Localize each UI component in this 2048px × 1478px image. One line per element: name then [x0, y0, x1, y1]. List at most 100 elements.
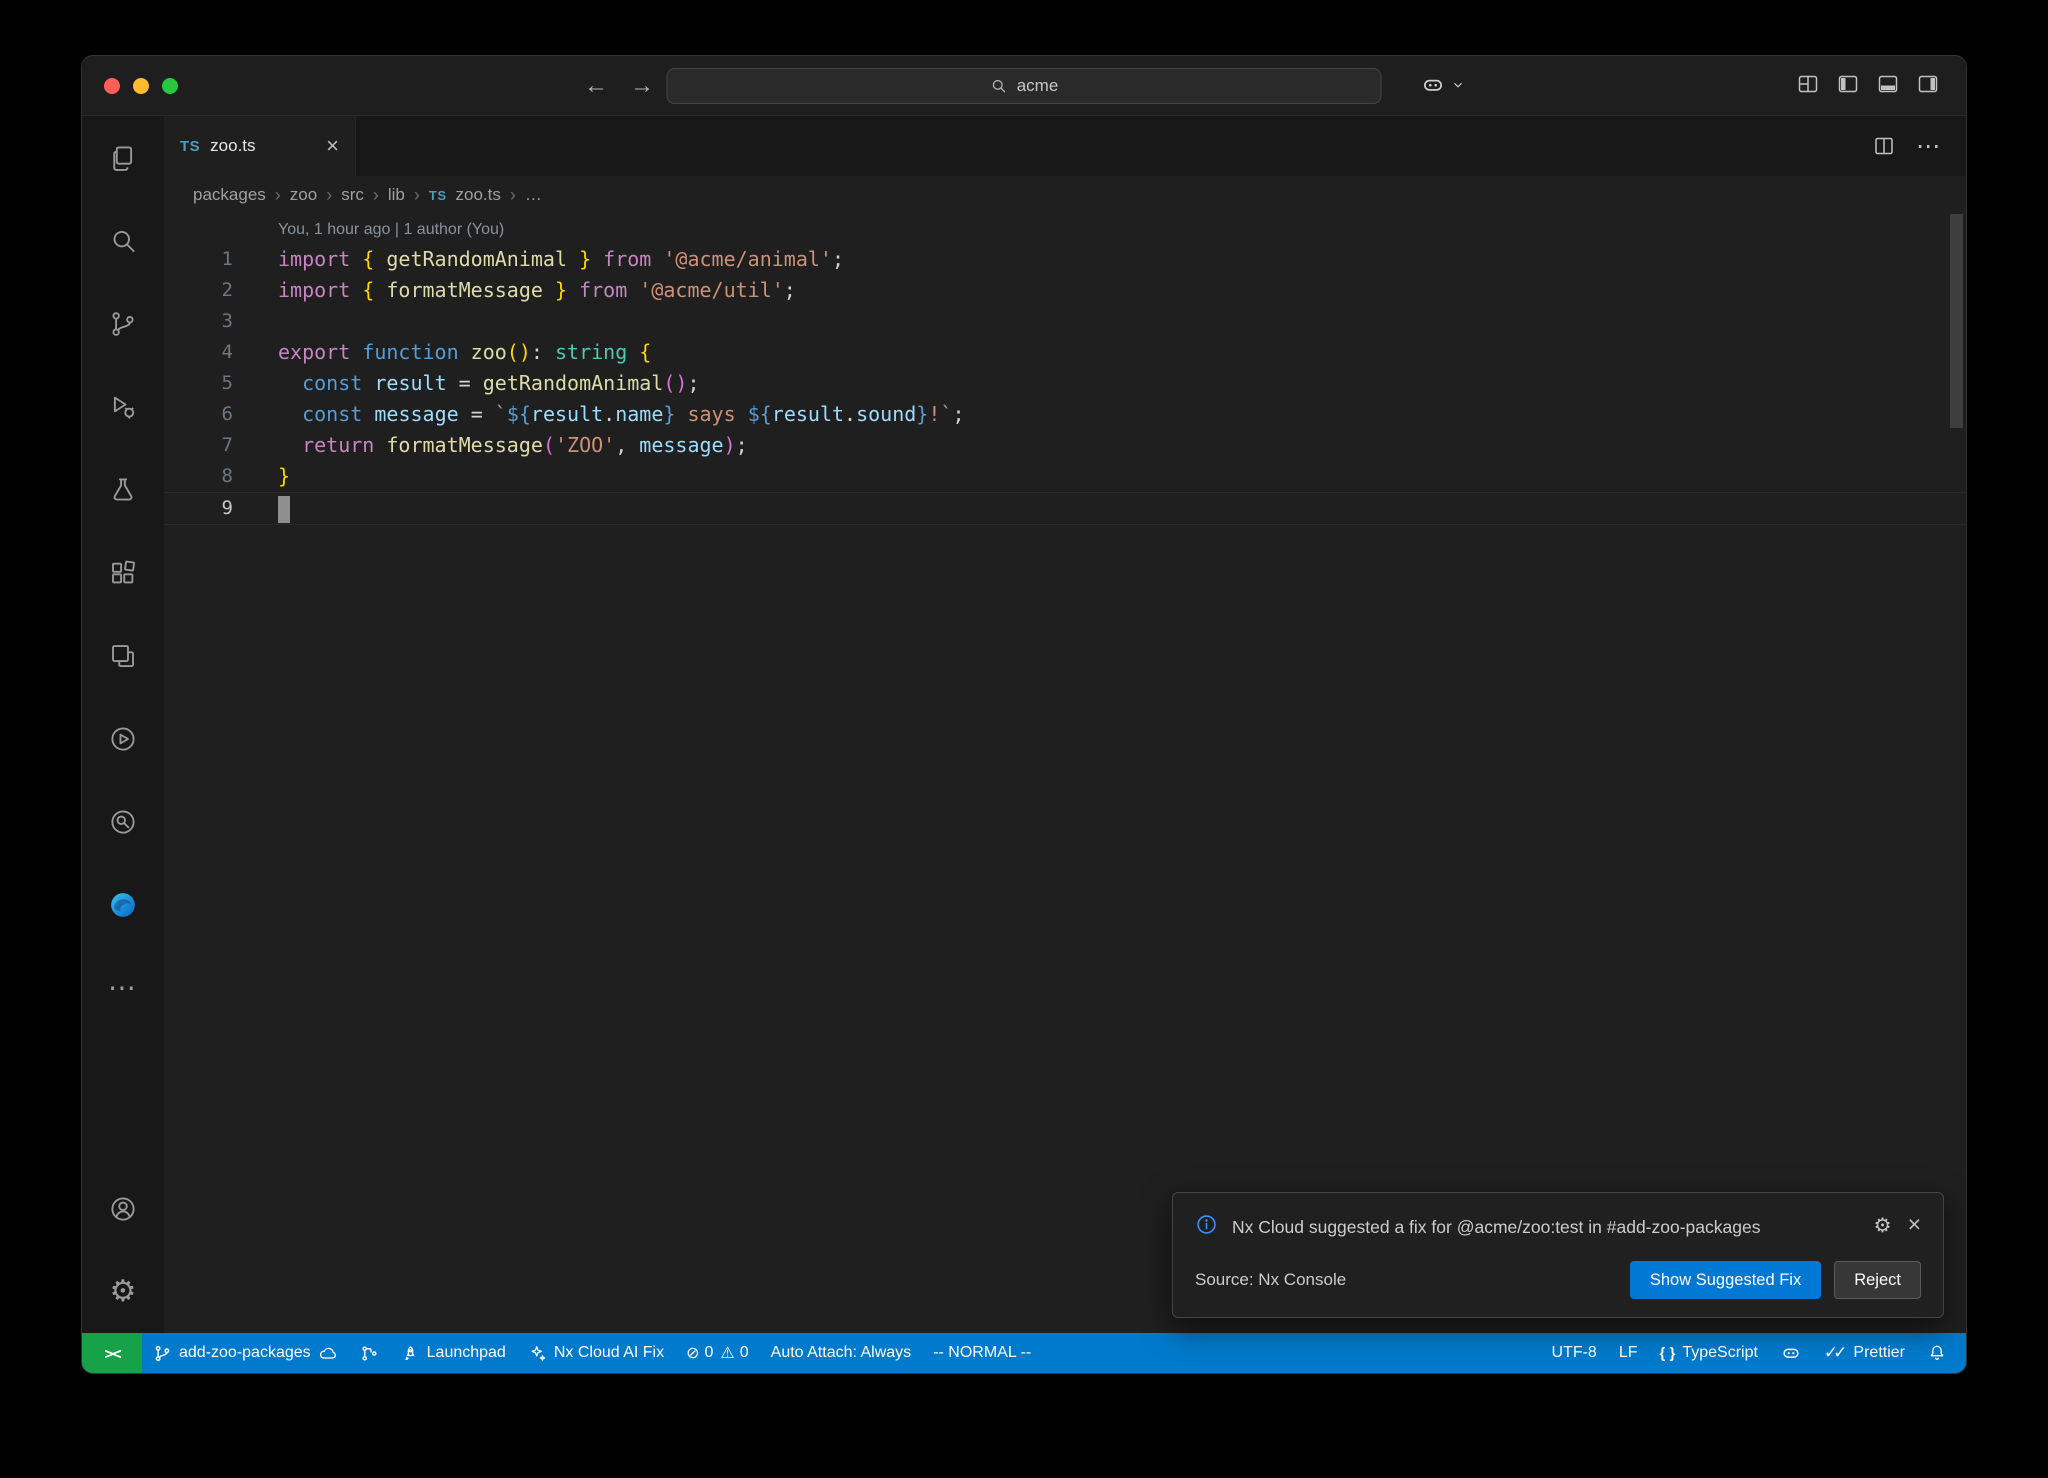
breadcrumb-item[interactable]: zoo.ts	[456, 185, 501, 205]
sidebar-item-run-debug[interactable]	[82, 365, 164, 448]
sidebar-item-explorer[interactable]	[82, 116, 164, 199]
chevron-right-icon: ›	[373, 185, 379, 206]
editor-actions: ⋯	[1872, 116, 1966, 176]
notification-close-icon[interactable]: ×	[1908, 1214, 1921, 1235]
code-token: }	[916, 402, 928, 426]
breadcrumb: packages › zoo › src › lib › TS zoo.ts ›…	[164, 176, 1966, 214]
chevron-right-icon: ›	[326, 185, 332, 206]
close-window-button[interactable]	[104, 78, 120, 94]
git-branch-item[interactable]: add-zoo-packages	[142, 1333, 349, 1373]
back-icon: ←	[584, 72, 608, 100]
code-token	[374, 433, 386, 457]
notification-settings-icon[interactable]: ⚙	[1874, 1213, 1892, 1237]
close-tab-icon[interactable]: ×	[326, 135, 339, 157]
remote-icon: ><	[104, 1344, 119, 1363]
code-token: =	[447, 371, 483, 395]
code-line[interactable]: 1import { getRandomAnimal } from '@acme/…	[164, 244, 1966, 275]
sidebar-item-extensions[interactable]	[82, 531, 164, 614]
git-graph-item[interactable]	[349, 1333, 390, 1373]
sidebar-item-additional-views[interactable]: ⋯	[82, 946, 164, 1029]
code-token: }	[579, 247, 591, 271]
code-token	[459, 340, 471, 364]
command-center-search[interactable]: acme	[667, 68, 1382, 104]
code-line[interactable]: 8}	[164, 461, 1966, 492]
more-actions-icon[interactable]: ⋯	[1916, 132, 1940, 161]
vim-mode-item[interactable]: -- NORMAL --	[922, 1333, 1042, 1373]
encoding-item[interactable]: UTF-8	[1540, 1333, 1607, 1373]
breadcrumb-item[interactable]: lib	[388, 185, 405, 205]
editor-scrollbar[interactable]	[1950, 214, 1963, 428]
nx-cloud-ai-fix-item[interactable]: Nx Cloud AI Fix	[517, 1333, 675, 1373]
language-mode-item[interactable]: { } TypeScript	[1648, 1333, 1768, 1373]
go-back-button[interactable]: ←	[578, 70, 614, 102]
title-bar: ← → acme	[82, 56, 1966, 116]
show-suggested-fix-button[interactable]: Show Suggested Fix	[1630, 1261, 1821, 1299]
language-label: TypeScript	[1682, 1344, 1758, 1362]
line-number: 9	[164, 493, 233, 524]
copilot-menu[interactable]	[1420, 72, 1465, 98]
toggle-primary-sidebar-icon[interactable]	[1836, 72, 1860, 96]
minimize-window-button[interactable]	[133, 78, 149, 94]
auto-attach-item[interactable]: Auto Attach: Always	[760, 1333, 923, 1373]
code-line[interactable]: 7 return formatMessage('ZOO', message);	[164, 430, 1966, 461]
line-number: 1	[164, 244, 233, 275]
code-token: formatMessage	[386, 278, 543, 302]
code-token: ()	[507, 340, 531, 364]
customize-layout-icon[interactable]	[1796, 72, 1820, 96]
code-token: ;	[952, 402, 964, 426]
code-token	[567, 278, 579, 302]
reject-button[interactable]: Reject	[1834, 1261, 1921, 1299]
code-line[interactable]: 3	[164, 306, 1966, 337]
problems-item[interactable]: ⊘ 0 ⚠ 0	[675, 1333, 760, 1373]
sidebar-item-source-control[interactable]	[82, 282, 164, 365]
copilot-status-item[interactable]	[1769, 1333, 1813, 1373]
double-check-icon: ✓✓	[1824, 1343, 1843, 1363]
launchpad-item[interactable]: Launchpad	[390, 1333, 517, 1373]
notifications-item[interactable]	[1916, 1333, 1958, 1373]
sidebar-item-testing[interactable]	[82, 448, 164, 531]
vim-block-cursor	[278, 496, 290, 523]
code-token: }	[278, 464, 290, 488]
breadcrumb-item[interactable]: …	[525, 185, 542, 205]
sidebar-item-run-circle[interactable]	[82, 697, 164, 780]
formatter-item[interactable]: ✓✓ Prettier	[1813, 1333, 1916, 1373]
settings-button[interactable]: ⚙	[82, 1250, 164, 1333]
vim-mode-label: -- NORMAL --	[933, 1344, 1031, 1362]
search-icon	[108, 226, 138, 256]
eol-item[interactable]: LF	[1608, 1333, 1649, 1373]
sidebar-item-search[interactable]	[82, 199, 164, 282]
toggle-secondary-sidebar-icon[interactable]	[1916, 72, 1940, 96]
notification-source: Source: Nx Console	[1195, 1270, 1346, 1290]
line-number: 3	[164, 306, 233, 337]
go-forward-button[interactable]: →	[624, 70, 660, 102]
code-token: string	[555, 340, 627, 364]
code-line[interactable]: 6 const message = `${result.name} says $…	[164, 399, 1966, 430]
code-token: from	[579, 278, 627, 302]
accounts-button[interactable]	[82, 1167, 164, 1250]
toggle-panel-icon[interactable]	[1876, 72, 1900, 96]
tab-zoo-ts[interactable]: TS zoo.ts ×	[164, 116, 356, 176]
status-bar-right: UTF-8 LF { } TypeScript ✓✓ Prettier	[1540, 1333, 1966, 1373]
chevron-down-icon	[1451, 78, 1465, 92]
account-icon	[108, 1194, 138, 1224]
code-line[interactable]: 2import { formatMessage } from '@acme/ut…	[164, 275, 1966, 306]
formatter-label: Prettier	[1853, 1344, 1905, 1362]
split-editor-icon[interactable]	[1872, 134, 1896, 158]
chevron-right-icon: ›	[510, 185, 516, 206]
breadcrumb-item[interactable]: packages	[193, 185, 266, 205]
code-token: const	[302, 371, 362, 395]
zoom-window-button[interactable]	[162, 78, 178, 94]
code-line[interactable]: 4export function zoo(): string {	[164, 337, 1966, 368]
sidebar-item-windows[interactable]	[82, 614, 164, 697]
bell-icon	[1927, 1343, 1947, 1363]
sidebar-item-remote-search[interactable]	[82, 780, 164, 863]
code-line[interactable]: 5 const result = getRandomAnimal();	[164, 368, 1966, 399]
breadcrumb-item[interactable]: zoo	[290, 185, 317, 205]
code-line[interactable]: 9	[164, 492, 1966, 525]
code-token	[567, 247, 579, 271]
remote-indicator[interactable]: ><	[82, 1333, 142, 1373]
warnings-group: ⚠ 0	[720, 1343, 748, 1363]
code-editor[interactable]: You, 1 hour ago | 1 author (You) 1import…	[164, 214, 1966, 1333]
sidebar-item-edge-tools[interactable]	[82, 863, 164, 946]
breadcrumb-item[interactable]: src	[341, 185, 364, 205]
